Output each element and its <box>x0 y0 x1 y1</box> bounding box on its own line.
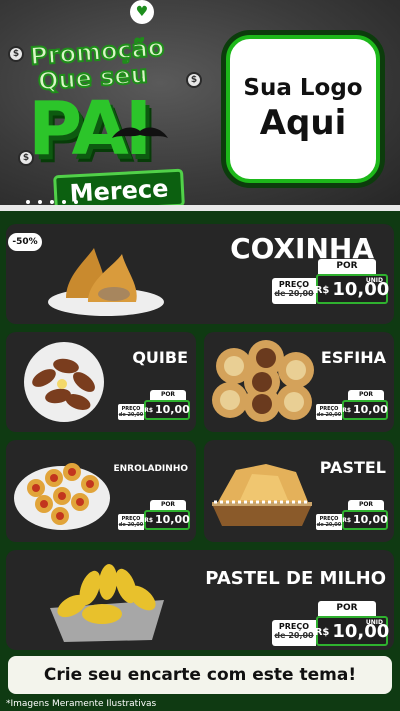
new-price: R$ 10,00 UNID <box>314 274 389 304</box>
product-name: ENROLADINHO <box>113 464 189 474</box>
hero-banner: ♥ $ $ $ $ $ Promoção Que seu PAI Merece … <box>0 0 400 208</box>
old-price: PREÇO de 20,00 <box>272 620 316 646</box>
product-card-esfiha: ESFIHA POR PREÇO de 20,00 R$ 10,00 <box>204 332 394 432</box>
esfiha-image <box>212 340 314 422</box>
product-card-coxinha: COXINHA POR PREÇO de 20,00 R$ 10,00 UNID <box>6 224 394 324</box>
old-price-value: de 20,00 <box>274 289 314 298</box>
unid-label: UNID <box>365 619 383 626</box>
currency: R$ <box>342 517 351 524</box>
old-price-value: de 20,00 <box>316 412 342 418</box>
price-tag: POR PREÇO de 20,00 R$ 10,00 UNID <box>272 601 389 646</box>
unid-label: UNID <box>365 277 383 284</box>
por-label: POR <box>150 500 186 510</box>
old-price: PREÇO de 20,00 <box>118 404 144 420</box>
old-price: PREÇO de 20,00 <box>118 514 144 530</box>
quibe-image <box>24 342 104 422</box>
product-name: PASTEL <box>319 458 386 477</box>
price-tag: POR PREÇO de 20,00 R$ 10,00 <box>316 500 388 530</box>
old-price: PREÇO de 20,00 <box>316 404 342 420</box>
por-label: POR <box>150 390 186 400</box>
currency: R$ <box>342 407 351 414</box>
product-card-quibe: QUIBE POR PREÇO de 20,00 R$ 10,00 <box>6 332 196 432</box>
logo-placeholder: Sua Logo Aqui <box>226 35 380 183</box>
old-price: PREÇO de 20,00 <box>316 514 342 530</box>
currency: R$ <box>314 627 330 638</box>
por-label: POR <box>348 500 384 510</box>
disclaimer-text: *Imagens Meramente Ilustrativas <box>6 699 157 709</box>
divider <box>0 205 400 211</box>
product-card-pastel: PASTEL POR PREÇO de 20,00 R$ 10,00 <box>204 440 394 542</box>
price-value: 10,00 <box>155 403 190 416</box>
new-price: R$ 10,00 <box>144 400 190 420</box>
cta-banner[interactable]: Crie seu encarte com este tema! <box>8 656 392 694</box>
price-tag: POR PREÇO de 20,00 R$ 10,00 <box>118 390 190 420</box>
currency: R$ <box>314 285 330 296</box>
decorative-dots <box>26 200 78 204</box>
pastel-image <box>212 464 312 526</box>
new-price: R$ 10,00 <box>144 510 190 530</box>
logo-text-line2: Aqui <box>259 103 347 143</box>
price-tag: POR PREÇO de 20,00 R$ 10,00 <box>118 500 190 530</box>
new-price: R$ 10,00 UNID <box>314 616 389 646</box>
product-name: QUIBE <box>132 348 188 367</box>
currency: R$ <box>144 517 153 524</box>
preco-label: PREÇO <box>278 280 310 289</box>
old-price-value: de 20,00 <box>316 522 342 528</box>
old-price-value: de 20,00 <box>274 631 314 640</box>
product-card-pastel-de-milho: PASTEL DE MILHO POR PREÇO de 20,00 R$ 10… <box>6 550 394 650</box>
preco-label: PREÇO <box>278 622 310 631</box>
product-name: ESFIHA <box>320 348 386 367</box>
discount-badge: -50% <box>8 233 42 251</box>
old-price: PREÇO de 20,00 <box>272 278 316 304</box>
coxinha-image <box>48 248 164 316</box>
product-name: PASTEL DE MILHO <box>205 568 386 589</box>
new-price: R$ 10,00 <box>342 510 388 530</box>
por-label: POR <box>348 390 384 400</box>
price-tag: POR PREÇO de 20,00 R$ 10,00 <box>316 390 388 420</box>
currency: R$ <box>144 407 153 414</box>
promo-logo: Promoção Que seu PAI Merece <box>14 18 200 208</box>
price-value: 10,00 <box>155 513 190 526</box>
product-card-enroladinho: ENROLADINHO POR PREÇO de 20,00 R$ 10,00 <box>6 440 196 542</box>
logo-text-line1: Sua Logo <box>243 75 363 101</box>
pastel-de-milho-image <box>50 564 164 642</box>
mustache-icon <box>112 127 168 138</box>
price-value: 10,00 <box>353 403 388 416</box>
old-price-value: de 20,00 <box>118 412 144 418</box>
por-label: POR <box>318 259 376 274</box>
por-label: POR <box>318 601 376 616</box>
price-value: 10,00 <box>353 513 388 526</box>
new-price: R$ 10,00 <box>342 400 388 420</box>
price-tag: POR PREÇO de 20,00 R$ 10,00 UNID <box>272 259 389 304</box>
old-price-value: de 20,00 <box>118 522 144 528</box>
enroladinho-image <box>14 463 110 530</box>
